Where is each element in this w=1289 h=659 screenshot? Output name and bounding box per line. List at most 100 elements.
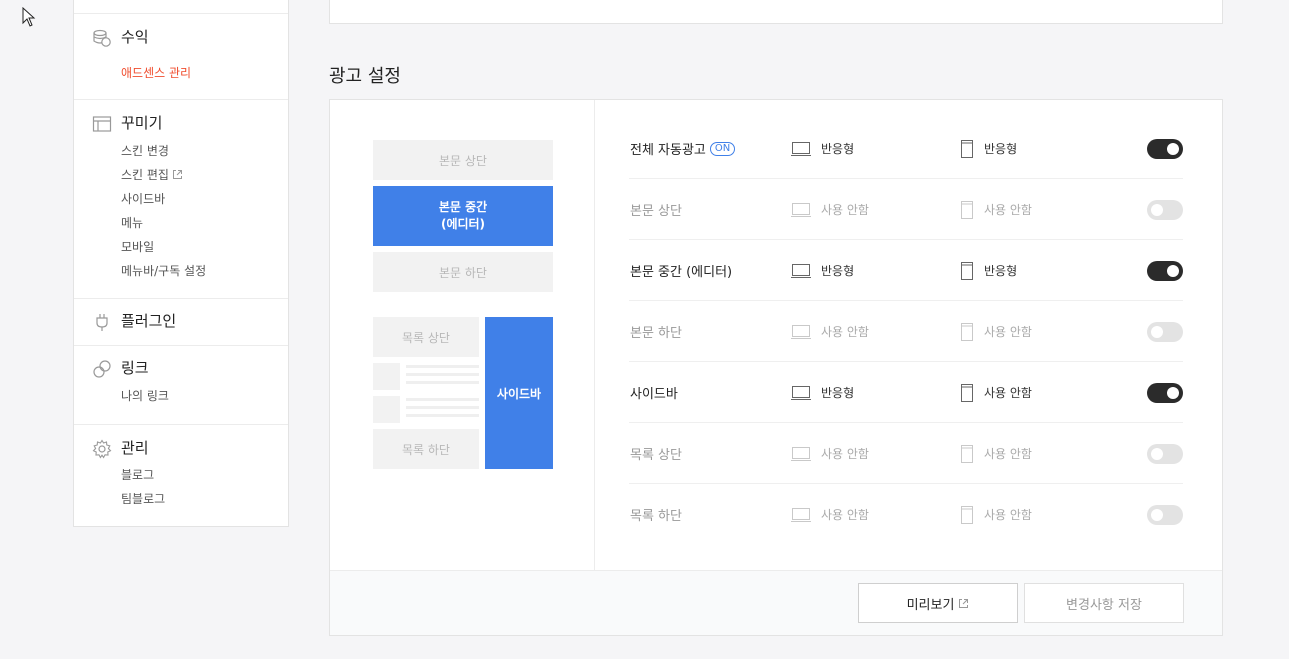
sidebar-item-skin-edit[interactable]: 스킨 편집	[121, 166, 183, 183]
preview-list-bottom: 목록 하단	[373, 429, 479, 469]
pc-ad-type[interactable]: 사용 안함	[791, 484, 869, 545]
plug-icon	[96, 314, 108, 331]
pc-ad-type[interactable]: 반응형	[791, 118, 854, 179]
pc-ad-type[interactable]: 사용 안함	[791, 423, 869, 484]
preview-list-thumb	[373, 363, 400, 390]
ad-settings-panel: 본문 상단 본문 중간 (에디터) 본문 하단 목록 상단 목록 하단 사이드바…	[329, 99, 1223, 636]
pc-ad-type-label: 사용 안함	[821, 325, 869, 339]
sidebar-item-mobile[interactable]: 모바일	[121, 238, 154, 255]
pc-ad-type[interactable]: 사용 안함	[791, 301, 869, 362]
ad-slot-label: 본문 하단	[630, 301, 682, 362]
desktop-icon	[791, 507, 811, 522]
sidebar-item-skin-edit-label: 스킨 편집	[121, 168, 169, 182]
preview-list-line	[406, 398, 479, 401]
on-badge: ON	[709, 141, 736, 156]
sidebar-item-my-link[interactable]: 나의 링크	[121, 387, 169, 404]
preview-list-line	[406, 414, 479, 417]
ad-slot-label-text: 전체 자동광고	[630, 143, 706, 158]
preview-list-top: 목록 상단	[373, 317, 479, 357]
gear-icon	[92, 439, 112, 459]
ad-slot-row: 사이드바 반응형 사용 안함	[629, 362, 1183, 423]
pc-ad-type-label: 사용 안함	[821, 508, 869, 522]
ad-slot-row: 목록 상단 사용 안함 사용 안함	[629, 423, 1183, 484]
ad-slot-toggle[interactable]	[1147, 505, 1183, 525]
mobile-ad-type-label: 사용 안함	[984, 508, 1032, 522]
sidebar-title-revenue[interactable]: 수익	[121, 26, 149, 47]
mobile-ad-type-label: 사용 안함	[984, 386, 1032, 400]
ad-slot-label: 본문 상단	[630, 179, 682, 240]
mobile-ad-type[interactable]: 사용 안함	[960, 362, 1032, 423]
mouse-cursor-icon	[22, 7, 36, 27]
sidebar-section-design: 꾸미기 스킨 변경 스킨 편집 사이드바 메뉴 모바일 메뉴바/구독 설정	[74, 100, 288, 299]
mobile-ad-type-label: 사용 안함	[984, 203, 1032, 217]
ad-slot-label-text: 본문 하단	[630, 326, 682, 341]
mobile-ad-type[interactable]: 반응형	[960, 118, 1017, 179]
sidebar-title-manage[interactable]: 관리	[121, 437, 149, 458]
sidebar-item-skin-change[interactable]: 스킨 변경	[121, 142, 169, 159]
ad-slot-toggle[interactable]	[1147, 139, 1183, 159]
desktop-icon	[791, 324, 811, 339]
sidebar-title-link[interactable]: 링크	[121, 357, 149, 378]
sidebar-item-menubar[interactable]: 메뉴바/구독 설정	[121, 262, 206, 279]
ad-slot-toggle[interactable]	[1147, 444, 1183, 464]
previous-panel	[329, 0, 1223, 24]
preview-list-line	[406, 365, 479, 368]
sidebar-title-plugin[interactable]: 플러그인	[121, 310, 176, 331]
external-link-icon	[172, 170, 182, 179]
link-icon	[93, 360, 111, 378]
mobile-ad-type[interactable]: 사용 안함	[960, 179, 1032, 240]
mobile-ad-type[interactable]: 반응형	[960, 240, 1017, 301]
sidebar-item-team-blog[interactable]: 팀블로그	[121, 490, 165, 507]
external-link-icon	[959, 598, 969, 608]
pc-ad-type[interactable]: 사용 안함	[791, 179, 869, 240]
mobile-ad-type[interactable]: 사용 안함	[960, 423, 1032, 484]
mobile-ad-type[interactable]: 사용 안함	[960, 484, 1032, 545]
sidebar-item-sidebar[interactable]: 사이드바	[121, 190, 165, 207]
sidebar-title-design[interactable]: 꾸미기	[121, 112, 162, 133]
sidebar-item-menu[interactable]: 메뉴	[121, 214, 143, 231]
pc-ad-type-label: 반응형	[821, 264, 855, 278]
mobile-ad-type[interactable]: 사용 안함	[960, 301, 1032, 362]
mobile-ad-type-label: 사용 안함	[984, 447, 1032, 461]
preview-body-bottom: 본문 하단	[373, 252, 553, 292]
mobile-icon	[961, 200, 973, 219]
ad-slot-label-text: 목록 하단	[630, 509, 682, 524]
desktop-icon	[791, 263, 811, 278]
pc-ad-type-label: 사용 안함	[821, 203, 869, 217]
ad-slot-label-text: 사이드바	[630, 387, 678, 402]
desktop-icon	[791, 385, 811, 400]
mobile-ad-type-label: 사용 안함	[984, 325, 1032, 339]
sidebar-section-manage: 관리 블로그 팀블로그	[74, 425, 288, 528]
panel-footer: 미리보기 변경사항 저장	[330, 570, 1222, 635]
mobile-ad-type-label: 반응형	[984, 142, 1018, 156]
sidebar-item-adsense[interactable]: 애드센스 관리	[121, 64, 191, 81]
pc-ad-type-label: 반응형	[821, 386, 855, 400]
pc-ad-type-label: 반응형	[821, 142, 855, 156]
ad-slot-toggle[interactable]	[1147, 261, 1183, 281]
ad-slot-toggle[interactable]	[1147, 200, 1183, 220]
mobile-icon	[961, 322, 973, 341]
preview-list-thumb	[373, 396, 400, 423]
ad-slot-toggle[interactable]	[1147, 322, 1183, 342]
page-title: 광고 설정	[329, 66, 401, 87]
preview-sidebar: 사이드바	[485, 317, 553, 469]
preview-list-line	[406, 373, 479, 376]
desktop-icon	[791, 446, 811, 461]
sidebar: 수익 애드센스 관리 꾸미기 스킨 변경 스킨 편집 사이드바 메뉴 모바일 메…	[73, 0, 289, 527]
pc-ad-type[interactable]: 반응형	[791, 362, 854, 423]
preview-list-line	[406, 381, 479, 384]
desktop-icon	[791, 141, 811, 156]
preview-body-top: 본문 상단	[373, 140, 553, 180]
sidebar-section-revenue: 수익 애드센스 관리	[74, 14, 288, 100]
save-button[interactable]: 변경사항 저장	[1024, 583, 1184, 623]
pc-ad-type-label: 사용 안함	[821, 447, 869, 461]
preview-button[interactable]: 미리보기	[858, 583, 1018, 623]
mobile-icon	[961, 505, 973, 524]
preview-button-label: 미리보기	[906, 597, 955, 613]
mobile-icon	[961, 261, 973, 280]
sidebar-item-blog[interactable]: 블로그	[121, 466, 154, 483]
ad-slot-toggle[interactable]	[1147, 383, 1183, 403]
ad-slot-label-text: 목록 상단	[630, 448, 682, 463]
ad-slot-row: 본문 하단 사용 안함 사용 안함	[629, 301, 1183, 362]
pc-ad-type[interactable]: 반응형	[791, 240, 854, 301]
